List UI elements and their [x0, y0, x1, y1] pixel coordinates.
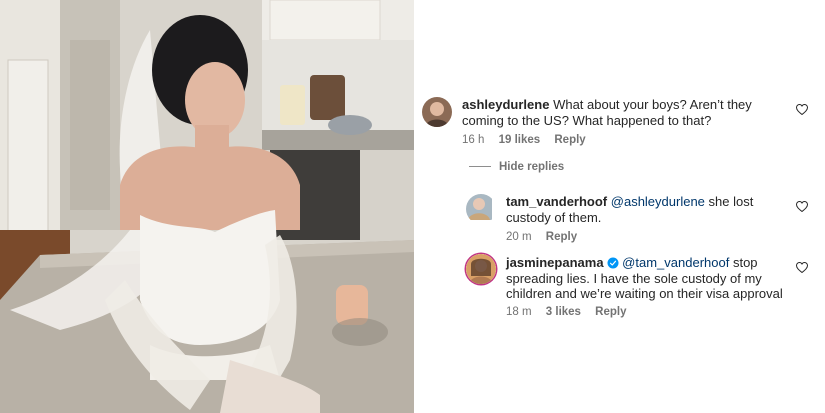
hide-replies-line — [469, 166, 491, 167]
reply-button[interactable]: Reply — [546, 231, 577, 243]
comment-time[interactable]: 16 h — [462, 134, 484, 146]
reply-username[interactable]: tam_vanderhoof — [506, 194, 607, 209]
comment-text: ashleydurlene What about your boys? Aren… — [462, 97, 784, 128]
avatar[interactable] — [466, 194, 496, 224]
like-heart-icon[interactable] — [796, 104, 808, 115]
reply-mention[interactable]: @ashleydurlene — [611, 194, 705, 209]
avatar[interactable] — [422, 97, 452, 127]
comments-panel: ashleydurlene What about your boys? Aren… — [414, 0, 825, 413]
reply-text: tam_vanderhoof @ashleydurlene she lost c… — [506, 194, 788, 225]
reply-meta: 20 m Reply — [506, 231, 588, 243]
hide-replies-label: Hide replies — [499, 161, 565, 173]
reply-username[interactable]: jasminepanama — [506, 255, 604, 270]
like-heart-icon[interactable] — [796, 262, 808, 273]
reply-button[interactable]: Reply — [595, 306, 626, 318]
reply-button[interactable]: Reply — [554, 134, 585, 146]
like-heart-icon[interactable] — [796, 201, 808, 212]
comment-meta: 16 h 19 likes Reply — [462, 134, 597, 146]
reply-time[interactable]: 20 m — [506, 231, 532, 243]
verified-badge-icon — [607, 257, 619, 269]
post-image[interactable] — [0, 0, 414, 413]
comment-username[interactable]: ashleydurlene — [462, 97, 549, 112]
reply-text: jasminepanama @tam_vanderhoof stop sprea… — [506, 255, 788, 302]
comment-likes[interactable]: 19 likes — [499, 134, 541, 146]
reply-time[interactable]: 18 m — [506, 306, 532, 318]
post-photo — [0, 0, 414, 413]
hide-replies-button[interactable]: Hide replies — [469, 161, 564, 173]
reply-likes[interactable]: 3 likes — [546, 306, 581, 318]
reply-mention[interactable]: @tam_vanderhoof — [622, 255, 729, 270]
reply-meta: 18 m 3 likes Reply — [506, 306, 637, 318]
avatar[interactable] — [466, 254, 496, 284]
